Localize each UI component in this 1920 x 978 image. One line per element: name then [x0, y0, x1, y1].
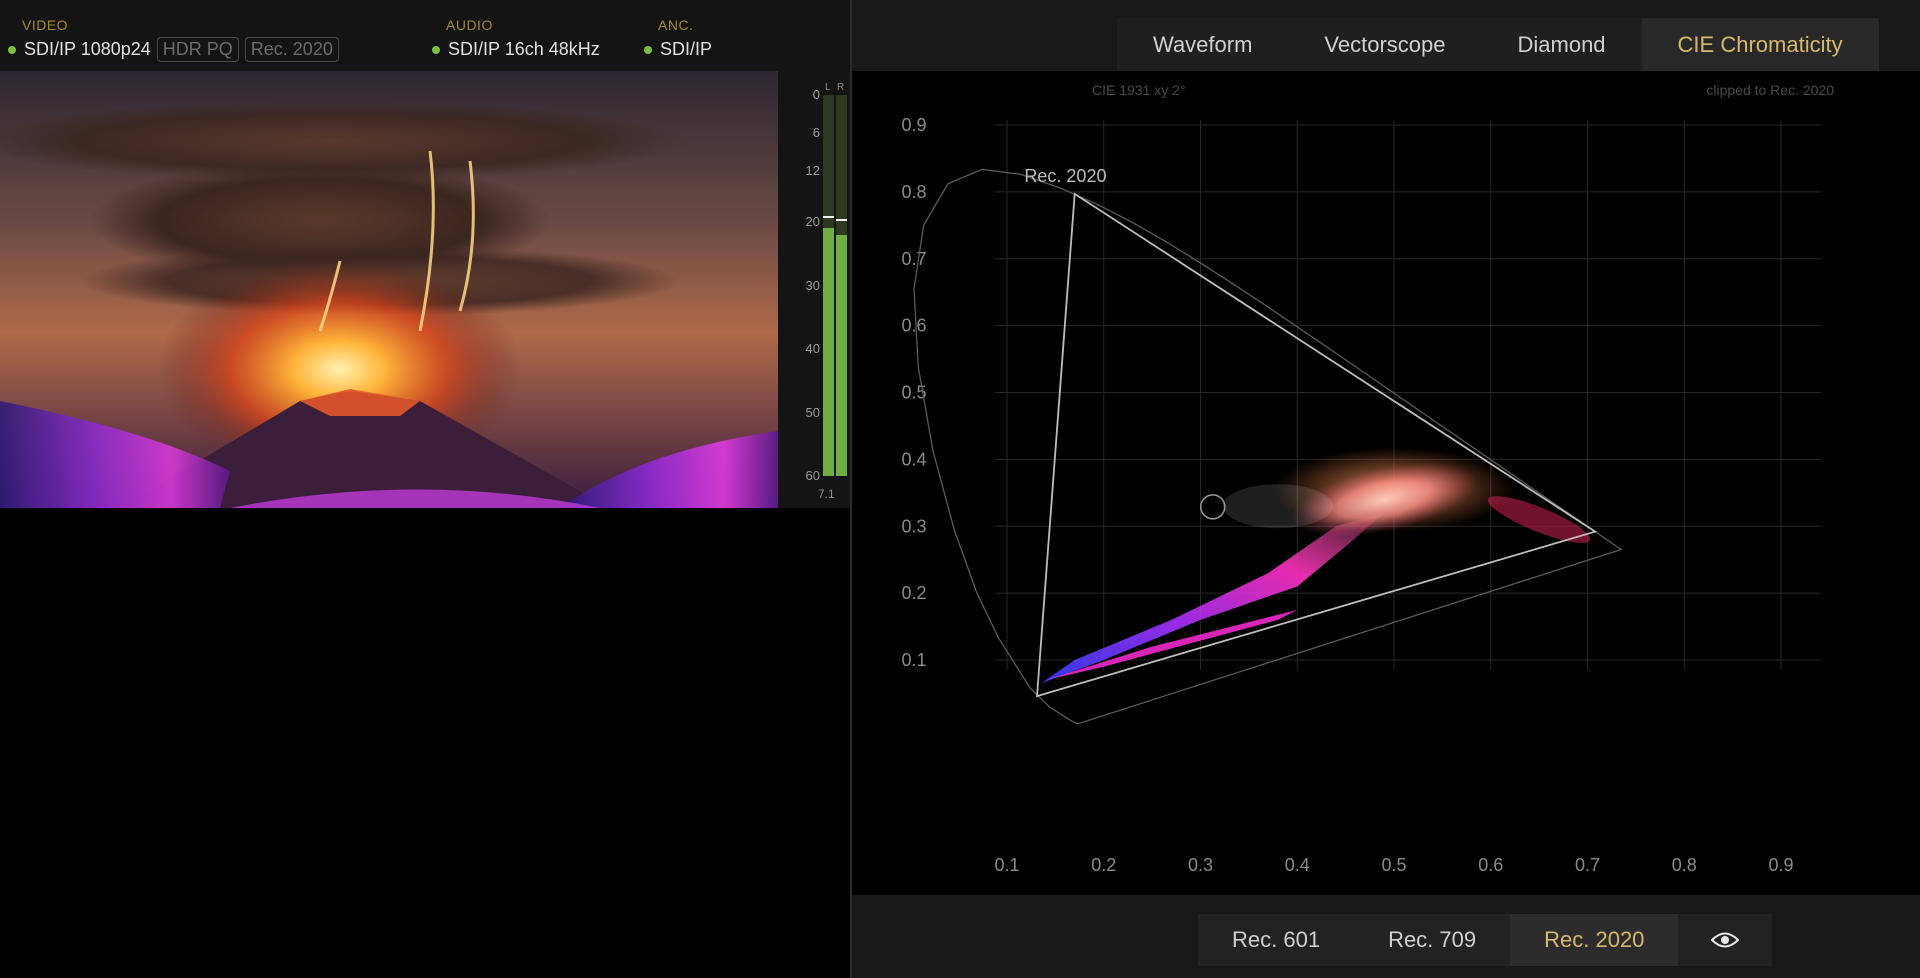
meter-tick-label: 40: [805, 341, 820, 356]
chroma-data-cloud: [1040, 447, 1591, 684]
gamut-rec709-button[interactable]: Rec. 709: [1354, 914, 1510, 966]
x-tick-label: 0.3: [1188, 855, 1213, 875]
gamut-label: Rec. 2020: [1024, 166, 1106, 186]
y-tick-label: 0.7: [901, 249, 926, 269]
x-tick-label: 0.6: [1478, 855, 1503, 875]
gamut-rec601-button[interactable]: Rec. 601: [1198, 914, 1354, 966]
tab-waveform[interactable]: Waveform: [1117, 18, 1288, 71]
video-format: SDI/IP 1080p24: [24, 39, 151, 59]
meter-bar-right: [836, 95, 847, 476]
meter-bar-left: [823, 95, 834, 476]
meter-channel-right-label: R: [837, 82, 845, 93]
meter-peak-right: [836, 218, 847, 221]
gamut-triangle: [1036, 192, 1598, 698]
signal-status-bar: VIDEO SDI/IP 1080p24 HDR PQ Rec. 2020 AU…: [0, 0, 850, 71]
plot-title: CIE 1931 xy 2°: [1092, 82, 1186, 98]
y-tick-label: 0.2: [901, 583, 926, 603]
x-tick-label: 0.7: [1575, 855, 1600, 875]
video-status: SDI/IP 1080p24 HDR PQ Rec. 2020: [8, 36, 339, 63]
x-tick-label: 0.2: [1091, 855, 1116, 875]
y-tick-label: 0.3: [901, 516, 926, 536]
audio-status: SDI/IP 16ch 48kHz: [432, 36, 600, 63]
colorspace-tag: Rec. 2020: [244, 37, 339, 62]
anc-group-label: ANC.: [658, 17, 694, 33]
tab-cie-chromaticity[interactable]: CIE Chromaticity: [1641, 18, 1879, 71]
gamut-rec2020-button[interactable]: Rec. 2020: [1510, 914, 1679, 966]
meter-tick-label: 50: [805, 404, 820, 420]
tab-diamond[interactable]: Diamond: [1482, 18, 1642, 71]
left-pane: VIDEO SDI/IP 1080p24 HDR PQ Rec. 2020 AU…: [0, 0, 850, 978]
meter-tick-label: 0: [812, 87, 820, 102]
anc-status: SDI/IP: [644, 36, 712, 63]
rec2020-triangle: [1036, 192, 1598, 698]
x-tick-label: 0.1: [994, 855, 1019, 875]
plot-clip-note: clipped to Rec. 2020: [1706, 82, 1834, 98]
anc-format: SDI/IP: [660, 39, 713, 59]
meter-fill-left: [823, 228, 834, 476]
tab-vectorscope[interactable]: Vectorscope: [1288, 18, 1481, 71]
scope-toolbar: Waveform Vectorscope Diamond CIE Chromat…: [852, 0, 1920, 71]
data-blob-haze: [1222, 484, 1333, 529]
white-point-marker: [1200, 494, 1226, 520]
x-tick-label: 0.8: [1672, 855, 1697, 875]
x-tick-label: 0.5: [1381, 855, 1406, 875]
gamut-selector: Rec. 601 Rec. 709 Rec. 2020: [1198, 914, 1679, 966]
eye-icon: [1711, 932, 1739, 948]
x-tick-label: 0.9: [1768, 855, 1793, 875]
hdr-tag: HDR PQ: [156, 37, 239, 62]
gamut-toolbar: Rec. 601 Rec. 709 Rec. 2020: [852, 895, 1920, 978]
meter-tick-label: 12: [805, 163, 820, 179]
scope-pane: Waveform Vectorscope Diamond CIE Chromat…: [852, 0, 1920, 978]
video-ok-indicator: [8, 45, 16, 54]
volcano-frame-image: [0, 71, 778, 508]
spectral-locus-curve: [913, 168, 1623, 725]
y-tick-label: 0.1: [901, 650, 926, 670]
anc-ok-indicator: [644, 45, 652, 54]
meter-channel-format: 7.1: [818, 487, 835, 501]
y-tick-label: 0.4: [901, 449, 926, 469]
meter-tick-label: 60: [805, 468, 820, 483]
y-tick-label: 0.6: [901, 316, 926, 336]
audio-ok-indicator: [432, 45, 440, 54]
meter-peak-left: [823, 215, 834, 218]
y-tick-label: 0.9: [901, 115, 926, 135]
video-preview: [0, 71, 778, 508]
meter-tick-label: 20: [805, 214, 820, 229]
visibility-toggle-button[interactable]: [1678, 914, 1772, 966]
x-tick-label: 0.4: [1285, 855, 1310, 875]
meter-channel-left-label: L: [825, 82, 831, 93]
cie-chromaticity-plot: 0.1 0.2 0.3 0.4 0.5 0.6 0.7 0.8 0.9 0.9 0.8 0.7 0.6 0…: [852, 71, 1920, 895]
y-tick-label: 0.8: [901, 182, 926, 202]
data-streak-magenta: [1040, 512, 1385, 684]
meter-fill-right: [836, 234, 847, 476]
video-group-label: VIDEO: [22, 17, 69, 33]
audio-meter: L R 0 6 12 20 30 40 50 60 7.1: [778, 71, 850, 508]
audio-group-label: AUDIO: [446, 17, 493, 33]
meter-tick-label: 30: [805, 277, 820, 293]
scope-tabs: Waveform Vectorscope Diamond CIE Chromat…: [1117, 18, 1879, 71]
cie-diagram: 0.1 0.2 0.3 0.4 0.5 0.6 0.7 0.8 0.9 0.9 0.8 0.7 0.6 0…: [901, 82, 1834, 875]
spectral-locus: [913, 168, 1623, 725]
meter-tick-label: 6: [812, 125, 820, 141]
audio-format: SDI/IP 16ch 48kHz: [448, 39, 600, 59]
